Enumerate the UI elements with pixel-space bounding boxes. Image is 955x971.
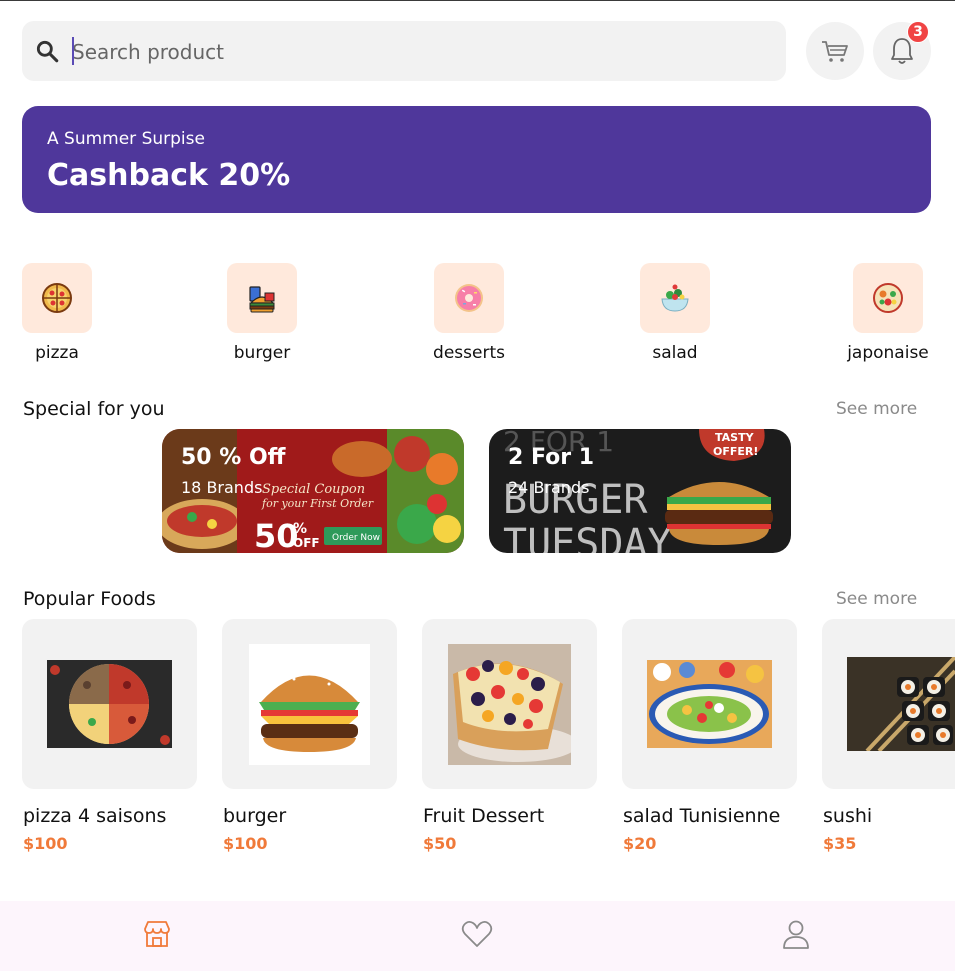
- salad-image: [647, 660, 772, 748]
- food-card[interactable]: salad Tunisienne $20: [622, 619, 797, 853]
- food-price: $100: [223, 834, 268, 853]
- heart-icon: [461, 920, 493, 947]
- category-label: salad: [652, 343, 698, 363]
- food-image-box: [622, 619, 797, 789]
- special-card-title: 50 % Off: [181, 445, 286, 470]
- search-icon: [36, 40, 59, 63]
- food-image-box: [422, 619, 597, 789]
- bg-text-tuesday: TUESDAY: [503, 521, 672, 553]
- category-label: desserts: [433, 343, 505, 363]
- search-input[interactable]: [72, 37, 762, 67]
- category-burger[interactable]: burger: [207, 263, 317, 363]
- sushi-image: [847, 657, 955, 751]
- salad-icon: [661, 284, 689, 312]
- food-card[interactable]: burger $100: [222, 619, 397, 853]
- coupon-subtext: for your First Order: [261, 497, 374, 510]
- cart-button[interactable]: [806, 22, 864, 80]
- coupon-cta: Order Now: [332, 533, 380, 543]
- special-card-title: 2 For 1: [508, 445, 595, 470]
- category-tile: [434, 263, 504, 333]
- food-name: Fruit Dessert: [423, 805, 545, 827]
- special-card-50-off[interactable]: Special Coupon for your First Order 50 %…: [162, 429, 464, 553]
- nav-profile[interactable]: [779, 917, 813, 951]
- coupon-percent: %: [293, 521, 307, 537]
- food-image-box: [222, 619, 397, 789]
- notification-badge: 3: [907, 21, 929, 43]
- special-card-2-for-1[interactable]: 2 FOR 1 BURGER TUESDAY TASTY OFFER! 2 Fo…: [489, 429, 791, 553]
- search-bar[interactable]: [22, 21, 786, 81]
- category-japonaise[interactable]: japonaise: [833, 263, 943, 363]
- category-pizza[interactable]: pizza: [2, 263, 112, 363]
- sticker-line1: TASTY: [715, 431, 755, 444]
- food-price: $100: [23, 834, 68, 853]
- banner-subtitle: A Summer Surpise: [47, 129, 205, 149]
- special-see-more-link[interactable]: See more: [836, 399, 917, 419]
- food-image-box: [822, 619, 955, 789]
- food-card[interactable]: Fruit Dessert $50: [422, 619, 597, 853]
- nav-favorites[interactable]: [460, 917, 494, 951]
- pizza-image: [47, 660, 172, 748]
- category-tile: [853, 263, 923, 333]
- nav-home[interactable]: [140, 917, 174, 951]
- food-name: pizza 4 saisons: [23, 805, 167, 827]
- popular-section-title: Popular Foods: [23, 588, 156, 610]
- special-card-subtitle: 24 Brands: [508, 478, 590, 497]
- food-card[interactable]: pizza 4 saisons $100: [22, 619, 197, 853]
- burger-icon: [249, 286, 275, 313]
- fruit-dessert-image: [448, 644, 571, 765]
- popular-see-more-link[interactable]: See more: [836, 589, 917, 609]
- category-tile: [640, 263, 710, 333]
- cart-icon: [822, 41, 848, 62]
- food-price: $35: [823, 834, 857, 853]
- special-card-subtitle: 18 Brands: [181, 478, 263, 497]
- coupon-off: OFF: [293, 536, 320, 550]
- store-icon: [144, 921, 170, 947]
- category-desserts[interactable]: desserts: [414, 263, 524, 363]
- coupon-big-number: 50: [254, 517, 299, 553]
- coupon-text: Special Coupon: [262, 482, 365, 497]
- food-name: burger: [223, 805, 287, 827]
- food-price: $50: [423, 834, 457, 853]
- category-salad[interactable]: salad: [620, 263, 730, 363]
- category-tile: [227, 263, 297, 333]
- category-label: pizza: [35, 343, 79, 363]
- category-label: japonaise: [847, 343, 929, 363]
- category-label: burger: [233, 343, 291, 363]
- food-price: $20: [623, 834, 657, 853]
- food-image-box: [22, 619, 197, 789]
- bottom-navigation: [0, 901, 955, 971]
- sticker-line2: OFFER!: [713, 445, 758, 458]
- top-border: [0, 0, 955, 1]
- japanese-bowl-icon: [873, 283, 903, 313]
- category-tile: [22, 263, 92, 333]
- promo-banner[interactable]: A Summer Surpise Cashback 20%: [22, 106, 931, 213]
- food-card[interactable]: sushi $35: [822, 619, 955, 853]
- user-icon: [783, 920, 809, 949]
- burger-image: [249, 644, 370, 765]
- pizza-icon: [42, 283, 72, 313]
- food-name: sushi: [823, 805, 873, 827]
- banner-title: Cashback 20%: [47, 158, 291, 193]
- food-name: salad Tunisienne: [623, 805, 781, 827]
- donut-icon: [455, 284, 483, 312]
- text-cursor: [72, 37, 74, 65]
- special-section-title: Special for you: [23, 398, 165, 420]
